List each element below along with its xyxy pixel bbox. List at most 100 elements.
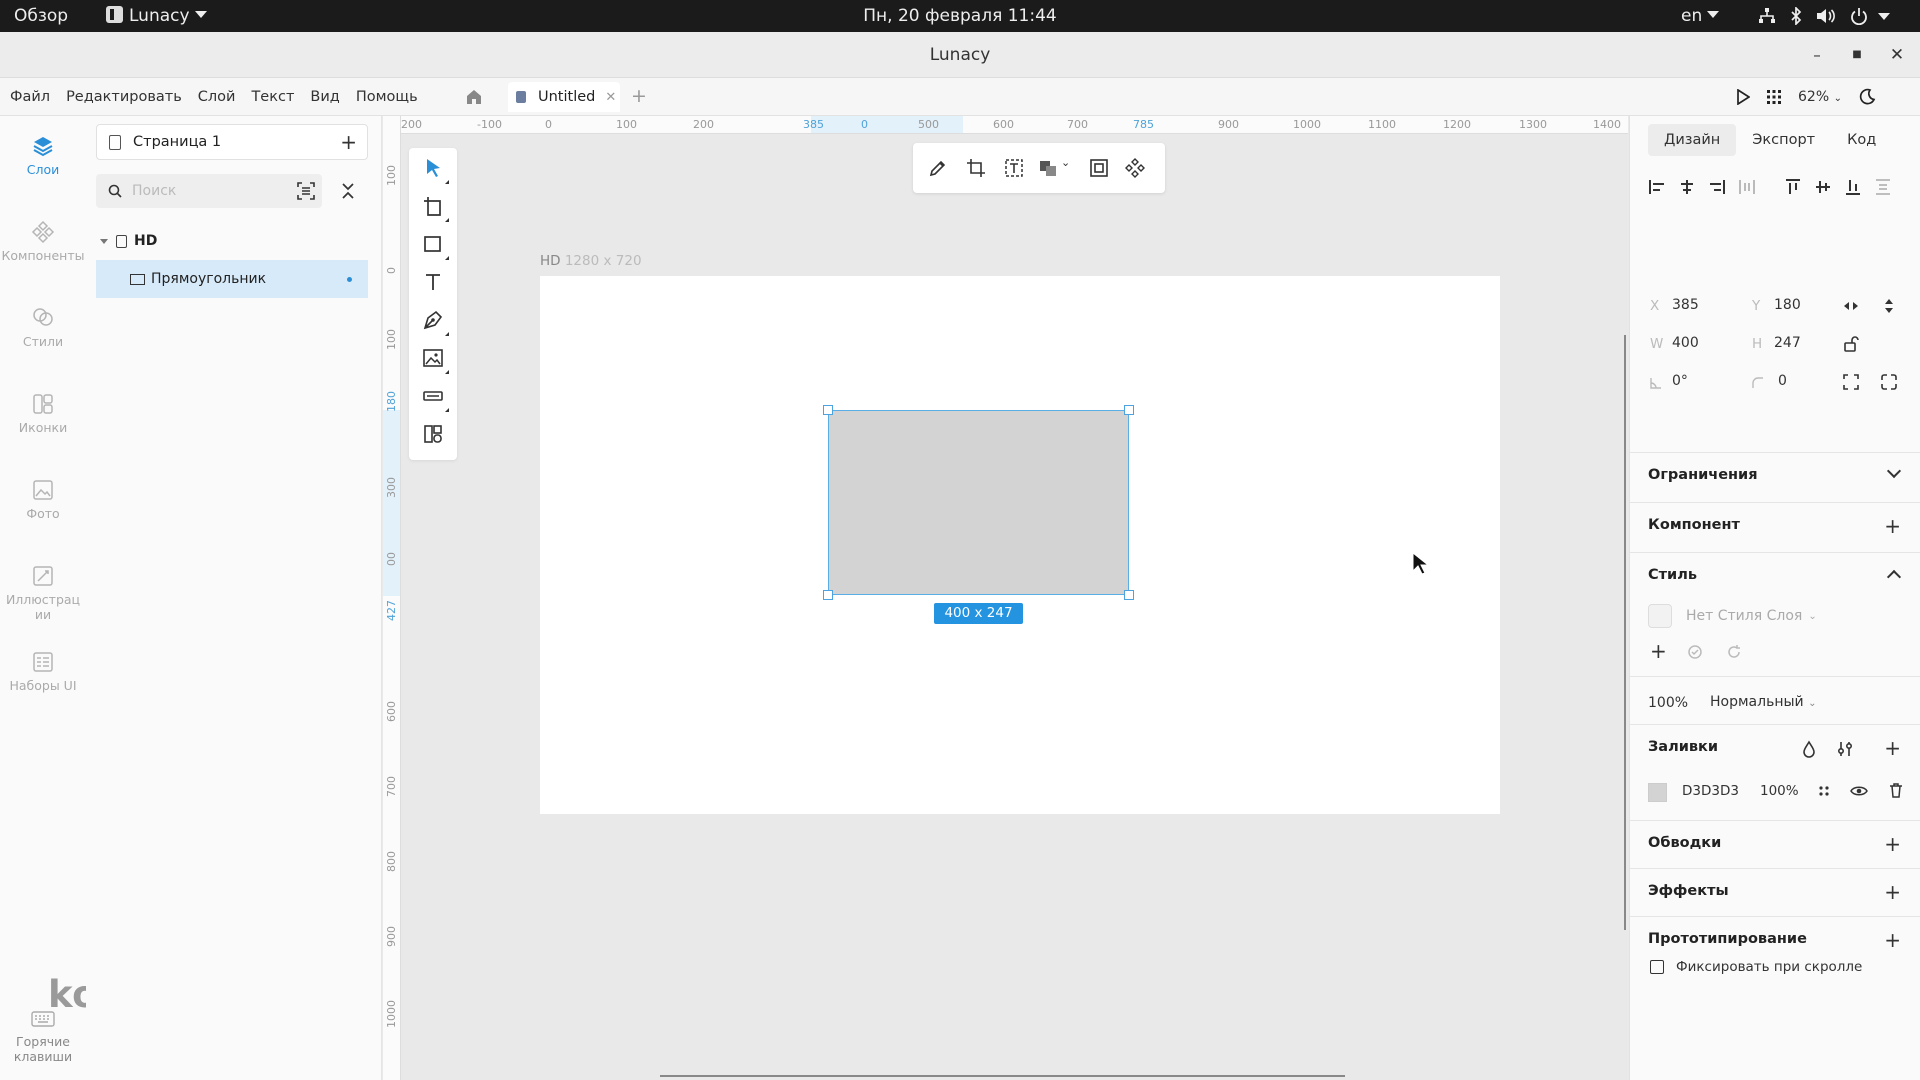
components-tool[interactable] [421, 422, 445, 446]
menu-view[interactable]: Вид [310, 89, 339, 105]
text-frame-icon[interactable] [1004, 158, 1024, 178]
edit-pencil-icon[interactable] [928, 158, 948, 178]
reset-style-icon[interactable] [1726, 644, 1742, 660]
search-input[interactable] [132, 180, 272, 202]
section-component[interactable]: Компонент + [1630, 502, 1920, 550]
grid-icon[interactable] [1766, 89, 1782, 105]
distribute-horizontal-icon[interactable] [1738, 178, 1756, 196]
align-left-icon[interactable] [1648, 178, 1666, 196]
artboard-label[interactable]: HD 1280 x 720 [540, 253, 642, 269]
selected-rectangle[interactable] [828, 410, 1129, 595]
independent-corners-icon[interactable] [1880, 373, 1898, 391]
nav-styles[interactable]: Стили [0, 306, 86, 349]
add-page-button[interactable]: + [340, 130, 357, 154]
maximize-button[interactable]: ■ [1846, 44, 1868, 66]
image-tool[interactable] [421, 346, 449, 374]
blend-mode-dropdown[interactable]: Нормальный ⌄ [1710, 694, 1816, 710]
collapse-all-button[interactable] [340, 182, 356, 204]
fill-hex[interactable]: D3D3D3 [1682, 783, 1739, 799]
horizontal-scrollbar[interactable] [660, 1075, 1345, 1077]
activities-button[interactable]: Обзор [14, 0, 68, 32]
ui-elements-tool[interactable] [421, 384, 449, 412]
home-button[interactable] [464, 87, 484, 107]
vertical-scrollbar[interactable] [1624, 335, 1626, 930]
delete-trash-icon[interactable] [1889, 782, 1903, 799]
fill-item-row[interactable]: D3D3D3 100% [1648, 779, 1904, 805]
opacity-value[interactable]: 100% [1648, 695, 1688, 711]
add-style-button[interactable]: + [1650, 639, 1667, 663]
layer-search[interactable] [96, 174, 322, 208]
layer-artboard-hd[interactable]: HD [96, 226, 368, 256]
add-effect-button[interactable]: + [1884, 882, 1901, 902]
flip-horizontal-icon[interactable] [1842, 297, 1860, 315]
pen-tool[interactable] [421, 308, 449, 336]
app-menu-button[interactable]: Lunacy [106, 0, 207, 32]
select-tool[interactable] [421, 156, 449, 184]
rectangle-tool[interactable] [421, 232, 449, 260]
close-window-button[interactable]: ✕ [1886, 44, 1908, 66]
zoom-dropdown[interactable]: 62% ⌄ [1798, 89, 1842, 105]
add-component-button[interactable]: + [1884, 516, 1901, 536]
nav-hotkeys[interactable]: Горячие клавиши [0, 1010, 86, 1064]
resize-handle-bottom-left[interactable] [823, 590, 833, 600]
find-on-canvas-icon[interactable] [296, 181, 316, 201]
menu-text[interactable]: Текст [251, 89, 294, 105]
fill-item[interactable] [1648, 661, 1904, 685]
nav-photo[interactable]: Фото [0, 478, 86, 521]
nav-icons[interactable]: Иконки [0, 392, 86, 435]
page-selector[interactable]: Страница 1 + [96, 124, 368, 160]
align-center-horizontal-icon[interactable] [1678, 178, 1696, 196]
chevron-down-icon[interactable]: ⌄ [1061, 156, 1081, 176]
nav-layers[interactable]: Слои [0, 134, 86, 177]
align-bottom-icon[interactable] [1844, 178, 1862, 196]
fill-color-swatch[interactable] [1648, 783, 1667, 802]
mask-icon[interactable] [1089, 158, 1109, 178]
resize-handle-top-right[interactable] [1124, 405, 1134, 415]
expand-triangle-icon[interactable] [100, 238, 108, 244]
chevron-up-icon[interactable] [1886, 569, 1902, 585]
chevron-down-icon[interactable] [1886, 463, 1902, 479]
resize-handle-top-left[interactable] [823, 405, 833, 415]
fill-opacity[interactable]: 100% [1760, 783, 1799, 799]
nav-ui-kits[interactable]: Наборы UI [0, 650, 86, 693]
add-interaction-button[interactable]: + [1884, 930, 1901, 950]
menu-help[interactable]: Помощь [356, 89, 418, 105]
minimize-button[interactable]: – [1806, 44, 1828, 66]
layer-rectangle[interactable]: Прямоугольник [96, 260, 368, 298]
color-drop-icon[interactable] [1802, 740, 1816, 758]
section-effects[interactable]: Эффекты + [1630, 868, 1920, 916]
flip-vertical-icon[interactable] [1880, 297, 1898, 315]
menu-layer[interactable]: Слой [198, 89, 236, 105]
resize-handle-bottom-right[interactable] [1124, 590, 1134, 600]
close-tab-icon[interactable]: ✕ [605, 90, 616, 105]
tab-export[interactable]: Экспорт [1736, 124, 1831, 156]
create-component-icon[interactable] [1125, 158, 1145, 178]
layer-style-dropdown[interactable]: Нет Стиля Слоя ⌄ [1648, 604, 1817, 628]
menu-edit[interactable]: Редактировать [66, 89, 182, 105]
tab-untitled[interactable]: Untitled ✕ [508, 82, 620, 112]
apply-style-icon[interactable] [1687, 644, 1703, 660]
boolean-ops-icon[interactable] [1038, 158, 1058, 178]
section-borders[interactable]: Обводки + [1630, 820, 1920, 868]
add-fill-button[interactable]: + [1884, 738, 1901, 758]
corner-radius-value[interactable]: 0 [1778, 373, 1787, 389]
system-tray[interactable] [1758, 0, 1890, 32]
menu-file[interactable]: Файл [10, 89, 50, 105]
distribute-vertical-icon[interactable] [1874, 178, 1892, 196]
section-constraints[interactable]: Ограничения [1630, 452, 1920, 500]
crop-icon[interactable] [966, 158, 986, 178]
play-icon[interactable] [1736, 89, 1750, 105]
nav-illustrations[interactable]: Иллюстрации [0, 564, 86, 622]
rotation-value[interactable]: 0° [1672, 373, 1688, 389]
text-tool[interactable] [421, 270, 445, 294]
align-right-icon[interactable] [1708, 178, 1726, 196]
align-center-vertical-icon[interactable] [1814, 178, 1832, 196]
fit-content-icon[interactable] [1842, 373, 1860, 391]
add-border-button[interactable]: + [1884, 834, 1901, 854]
fix-on-scroll-checkbox[interactable] [1650, 960, 1664, 974]
lock-ratio-icon[interactable] [1842, 335, 1860, 353]
dark-mode-icon[interactable] [1858, 88, 1876, 106]
artboard-tool[interactable] [421, 194, 449, 222]
add-tab-button[interactable]: + [631, 85, 647, 107]
fill-type-icon[interactable] [1818, 785, 1830, 797]
